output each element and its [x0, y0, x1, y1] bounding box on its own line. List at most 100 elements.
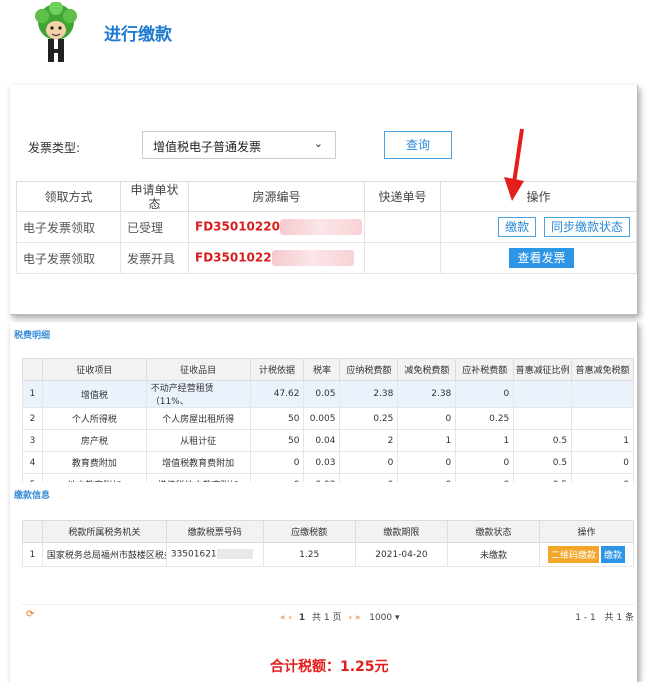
payment-info-scroll[interactable]: 税款所属税务机关 缴款税票号码 应缴税额 缴款期限 缴款状态 操作 1 国家税务…: [22, 520, 634, 568]
red-arrow-annotation-icon: [504, 128, 524, 201]
payment-actions-cell: 二维码缴款 缴款: [538, 542, 634, 567]
table-row[interactable]: 2 个人所得税 个人房屋出租所得 50 0.005 0.25 0 0.25: [22, 407, 634, 430]
column-header: [22, 358, 43, 381]
page-header: 进行缴款: [0, 0, 652, 70]
table-row[interactable]: 1 国家税务总局福州市鼓楼区税务 33501621 1.25 2021-04-2…: [22, 542, 634, 567]
relief-ratio: [513, 407, 573, 430]
column-header: 缴款状态: [447, 520, 540, 543]
page-size-value: 1000: [369, 613, 393, 623]
row-index: 2: [22, 407, 43, 430]
row-index: 1: [22, 380, 43, 408]
relief-amount: [571, 380, 634, 408]
column-header: 减免税费额: [397, 358, 457, 381]
current-page[interactable]: 1: [299, 613, 305, 623]
pay-now-button[interactable]: 缴款: [600, 546, 625, 563]
tax-due: 0: [455, 380, 515, 408]
table-row[interactable]: 3 房产税 从租计征 50 0.04 2 1 1 0.5 1: [22, 429, 634, 452]
tax-due: 1: [455, 429, 515, 452]
tax-payable: 0: [339, 473, 399, 482]
record-range: 1 - 1: [575, 613, 596, 623]
tax-item: 房产税: [41, 429, 147, 452]
pagination-bar: ⟳ « ‹ 1 共 1 页 › » 1000 ▾ 1 - 1 共 1 条: [22, 604, 634, 624]
first-page-icon[interactable]: «: [280, 613, 286, 623]
page-size-select[interactable]: 1000 ▾: [369, 613, 399, 623]
invoice-type-value: 增值税电子普通发票: [153, 140, 262, 154]
ticket-number: 33501621: [170, 549, 217, 560]
query-button[interactable]: 查询: [384, 131, 452, 159]
row-index: 4: [22, 451, 43, 474]
tax-due: 0.25: [455, 407, 515, 430]
row-index: 1: [22, 542, 43, 567]
invoice-panel: 发票类型: 增值税电子普通发票 ⌄ 查询 领取方式 申请单状态 房源编号 快递单…: [10, 85, 638, 315]
table-row[interactable]: 1 增值税 不动产经营租赁（11%、 47.62 0.05 2.38 2.38 …: [22, 380, 634, 408]
table-row[interactable]: 4 教育费附加 增值税教育费附加 0 0.03 0 0 0 0.5 0: [22, 451, 634, 474]
column-header: [22, 520, 43, 543]
tax-subitem: 增值税地方教育附加: [145, 473, 251, 482]
column-header: 征收项目: [41, 358, 147, 381]
pay-button[interactable]: 缴款: [498, 217, 537, 237]
redacted-mask: [216, 549, 253, 560]
total-tax: 合计税额：1.25元: [270, 659, 389, 675]
tax-rate: 0.005: [303, 407, 341, 430]
chevron-down-icon: ▾: [395, 613, 400, 623]
column-header: 征收品目: [145, 358, 251, 381]
request-status: 发票开具: [120, 242, 189, 274]
tax-relief: 0: [397, 407, 457, 430]
tax-relief: 0: [397, 451, 457, 474]
tax-panel: 税费明细 征收项目 征收品目 计税依据 税率 应纳税费额 减免税费额 应补税费额…: [10, 322, 638, 682]
column-header: 缴款期限: [354, 520, 449, 543]
tax-payable: 0.25: [339, 407, 399, 430]
relief-ratio: [513, 380, 573, 408]
page-total: 共 1 页: [312, 613, 342, 623]
tax-relief: 0: [397, 473, 457, 482]
tax-item: 增值税: [41, 380, 147, 408]
refresh-icon[interactable]: ⟳: [26, 609, 34, 620]
property-code: FD35010220: [195, 219, 280, 234]
record-info: 1 - 1 共 1 条: [575, 610, 634, 623]
column-header: 缴款税票号码: [165, 520, 264, 543]
receive-method: 电子发票领取: [16, 242, 121, 274]
sync-payment-status-button[interactable]: 同步缴款状态: [543, 217, 630, 237]
tax-item: 个人所得税: [41, 407, 147, 430]
invoice-type-label: 发票类型:: [28, 141, 81, 155]
payment-status: 未缴款: [447, 542, 540, 567]
row-index: 3: [22, 429, 43, 452]
tax-payable: 2: [339, 429, 399, 452]
page-title: 进行缴款: [104, 25, 172, 45]
row-index: 5: [22, 473, 43, 482]
column-header: 应缴税额: [262, 520, 356, 543]
payment-deadline: 2021-04-20: [354, 542, 449, 567]
relief-amount: [571, 407, 634, 430]
column-header: 申请单状态: [120, 181, 189, 212]
column-header: 快递单号: [364, 181, 441, 212]
mascot-logo-icon: [35, 2, 77, 62]
tax-subitem: 不动产经营租赁（11%、: [145, 380, 251, 408]
tax-due: 0: [455, 451, 515, 474]
tax-rate: 0.05: [303, 380, 341, 408]
column-header: 税款所属税务机关: [41, 520, 167, 543]
tax-rate: 0.04: [303, 429, 341, 452]
invoice-table: 领取方式 申请单状态 房源编号 快递单号 操作 电子发票领取 已受理 FD350…: [16, 181, 637, 274]
relief-ratio: 0.5: [513, 451, 573, 474]
tax-item: 地方教育附加: [41, 473, 147, 482]
property-code: FD3501022: [195, 250, 272, 265]
tax-basis: 0: [249, 473, 305, 482]
invoice-type-select[interactable]: 增值税电子普通发票 ⌄: [142, 131, 336, 159]
tax-detail-scroll[interactable]: 征收项目 征收品目 计税依据 税率 应纳税费额 减免税费额 应补税费额 普惠减征…: [22, 358, 634, 482]
view-invoice-button[interactable]: 查看发票: [509, 248, 574, 268]
column-header: 应补税费额: [455, 358, 515, 381]
column-header: 计税依据: [249, 358, 305, 381]
next-page-icon[interactable]: ›: [348, 613, 352, 623]
tax-payable: 0: [339, 451, 399, 474]
tax-basis: 47.62: [249, 380, 305, 408]
column-header: 普惠减免税额: [571, 358, 634, 381]
prev-page-icon[interactable]: ‹: [288, 613, 292, 623]
redacted-mask: [279, 219, 362, 235]
last-page-icon[interactable]: »: [355, 613, 361, 623]
qr-pay-button[interactable]: 二维码缴款: [547, 546, 599, 563]
table-row[interactable]: 5 地方教育附加 增值税地方教育附加 0 0.02 0 0 0 0.5 0: [22, 473, 634, 482]
relief-ratio: 0.5: [513, 473, 573, 482]
column-header: 操作: [440, 181, 637, 212]
tax-basis: 50: [249, 429, 305, 452]
column-header: 普惠减征比例: [513, 358, 573, 381]
